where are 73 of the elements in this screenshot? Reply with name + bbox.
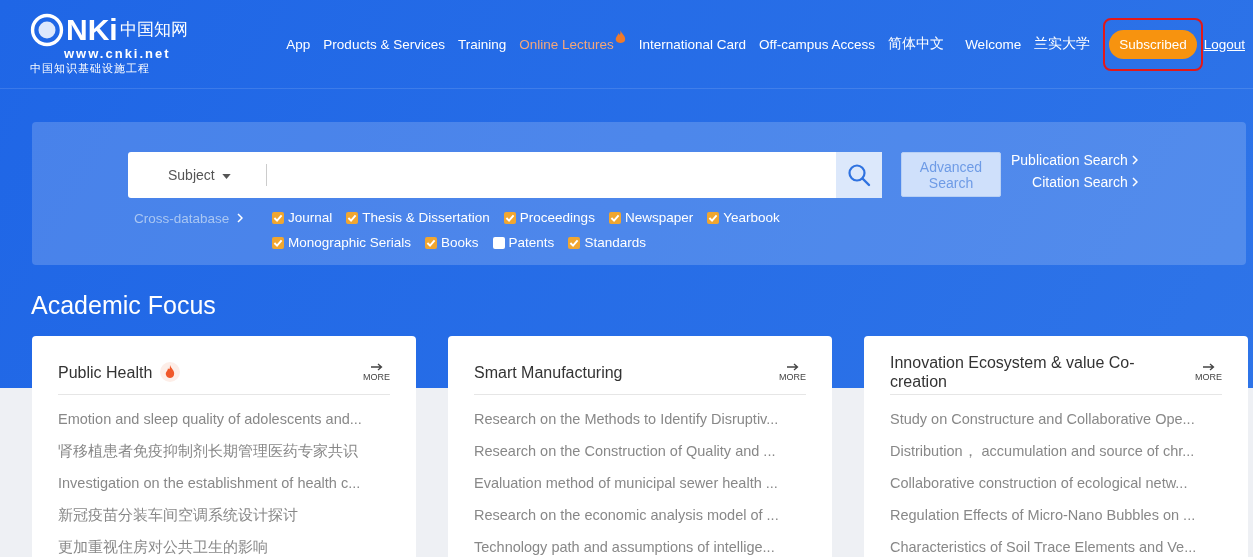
checkbox[interactable] — [425, 236, 438, 249]
checkbox[interactable] — [568, 236, 581, 249]
logo-text: NKi — [66, 14, 118, 45]
article-link[interactable]: Evaluation method of municipal sewer health ... — [474, 467, 806, 499]
nav-link[interactable]: App — [286, 36, 311, 52]
article-link[interactable]: Characteristics of Soil Trace Elements and Ve... — [890, 531, 1222, 557]
article-link[interactable]: 更加重视住房对公共卫生的影响 — [58, 531, 390, 557]
nav-link[interactable]: Products & Services — [323, 36, 445, 52]
article-link[interactable]: Regulation Effects of Micro-Nano Bubbles on ... — [890, 499, 1222, 531]
chevron-icon — [237, 213, 244, 223]
caret-icon — [221, 173, 231, 179]
checkbox-label: Standards — [584, 235, 646, 250]
nav-link[interactable]: International Card — [638, 36, 747, 52]
arrow-icon — [786, 362, 799, 371]
logo-tagline: 中国知识基础设施工程 — [30, 60, 151, 76]
logo-url: www.cnki.net — [64, 46, 172, 61]
logout-link[interactable]: Logout — [1203, 36, 1245, 52]
flame-icon — [614, 29, 626, 45]
more-link[interactable]: MORE — [1195, 362, 1222, 382]
globe-icon — [30, 12, 64, 47]
card-title: Innovation Ecosystem & value Co-creation — [890, 353, 1136, 391]
article-link[interactable]: Investigation on the establishment of health c... — [58, 467, 390, 499]
arrow-icon — [1202, 362, 1215, 371]
field-dropdown[interactable]: Subject — [128, 167, 266, 183]
article-link[interactable]: Research on the Construction of Quality and ... — [474, 435, 806, 467]
nav-link[interactable]: 简体中文 — [888, 35, 945, 53]
subscribed-button[interactable]: Subscribed — [1109, 29, 1197, 59]
nav-link[interactable]: Off-campus Access — [759, 36, 876, 52]
checkbox[interactable] — [346, 211, 359, 224]
search-icon — [847, 163, 871, 187]
article-link[interactable]: Research on the economic analysis model of ... — [474, 499, 806, 531]
checkbox[interactable] — [503, 211, 516, 224]
checkbox-label: Monographic Serials — [288, 235, 412, 250]
article-link[interactable]: Study on Constructure and Collaborative Ope... — [890, 403, 1222, 435]
card-title: Smart Manufacturing — [474, 362, 623, 382]
article-link[interactable]: Distribution， accumulation and source of chr... — [890, 435, 1222, 467]
checkbox[interactable] — [492, 236, 505, 249]
article-link[interactable]: 新冠疫苗分装车间空调系统设计探讨 — [58, 499, 390, 531]
arrow-icon — [370, 362, 383, 371]
article-link[interactable]: Research on the Methods to Identify Disruptiv... — [474, 403, 806, 435]
publication-search-link[interactable]: Publication Search — [1011, 152, 1138, 168]
article-link[interactable]: Emotion and sleep quality of adolescents and... — [58, 403, 390, 435]
user-name: 兰实大学 — [1034, 35, 1091, 53]
checkbox-label: Patents — [508, 235, 555, 250]
checkbox[interactable] — [608, 211, 621, 224]
advanced-search-button[interactable]: Advanced Search — [901, 152, 1001, 197]
article-link[interactable]: Technology path and assumptions of intellige... — [474, 531, 806, 557]
nav-link[interactable]: Training — [457, 36, 507, 52]
checkbox-label: Journal — [288, 210, 333, 225]
checkbox-label: Thesis & Dissertation — [362, 210, 490, 225]
checkbox-label: Newspaper — [624, 210, 694, 225]
card-title: Public Health — [58, 362, 153, 382]
chevron-icon — [1131, 177, 1138, 187]
checkbox[interactable] — [707, 211, 720, 224]
search-button[interactable] — [836, 152, 882, 198]
checkbox-label: Books — [441, 235, 479, 250]
search-field[interactable]: Subject — [128, 152, 882, 198]
flame-icon — [160, 362, 181, 382]
checkbox[interactable] — [272, 211, 284, 224]
logo-chinese-text: 中国知网 — [119, 18, 188, 41]
checkbox[interactable] — [272, 236, 284, 249]
article-link[interactable]: Collaborative construction of ecological netw... — [890, 467, 1222, 499]
welcome-text: Welcome — [965, 36, 1022, 52]
checkbox-label: Yearbook — [723, 210, 780, 225]
chevron-icon — [1131, 155, 1138, 165]
checkbox-label: Proceedings — [519, 210, 595, 225]
citation-search-link[interactable]: Citation Search — [1032, 174, 1138, 190]
cross-database-label: Cross-database — [134, 210, 230, 226]
article-link[interactable]: 肾移植患者免疫抑制剂长期管理医药专家共识 — [58, 435, 390, 467]
nav-link[interactable]: Online Lectures — [519, 36, 614, 52]
section-title: Academic Focus — [31, 291, 217, 320]
more-link[interactable]: MORE — [363, 362, 390, 382]
more-link[interactable]: MORE — [779, 362, 806, 382]
